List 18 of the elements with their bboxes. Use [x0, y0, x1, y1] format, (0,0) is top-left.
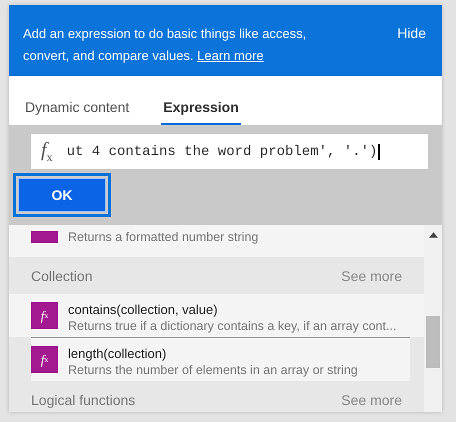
category-title: Logical functions	[31, 392, 136, 408]
tab[interactable]: Dynamic content	[23, 76, 132, 125]
function-icon	[31, 231, 58, 243]
function-description: Returns a formatted number string	[68, 230, 258, 244]
ok-button[interactable]: OK	[18, 178, 106, 212]
learn-more-link[interactable]: Learn more	[197, 48, 264, 63]
expression-field[interactable]: f$_{x}$ ut 4 contains the word problem', '.')	[31, 134, 428, 169]
hide-button[interactable]: Hide	[397, 25, 426, 41]
function-name: length(collection)	[68, 346, 168, 361]
scrollbar[interactable]	[424, 225, 442, 412]
function-description: Returns true if a dictionary contains a key, if an array cont...	[68, 319, 396, 333]
category-title: Collection	[31, 268, 92, 284]
function-description: Returns the number of elements in an array or string	[68, 363, 358, 377]
fx-icon: f$_{x}$	[41, 138, 53, 164]
function-name: contains(collection, value)	[68, 302, 219, 317]
scroll-up-icon[interactable]	[428, 232, 438, 238]
scrollbar-thumb[interactable]	[426, 316, 440, 368]
banner-text: Add an expression to do basic things like access, convert, and compare values. Learn more	[23, 25, 308, 62]
